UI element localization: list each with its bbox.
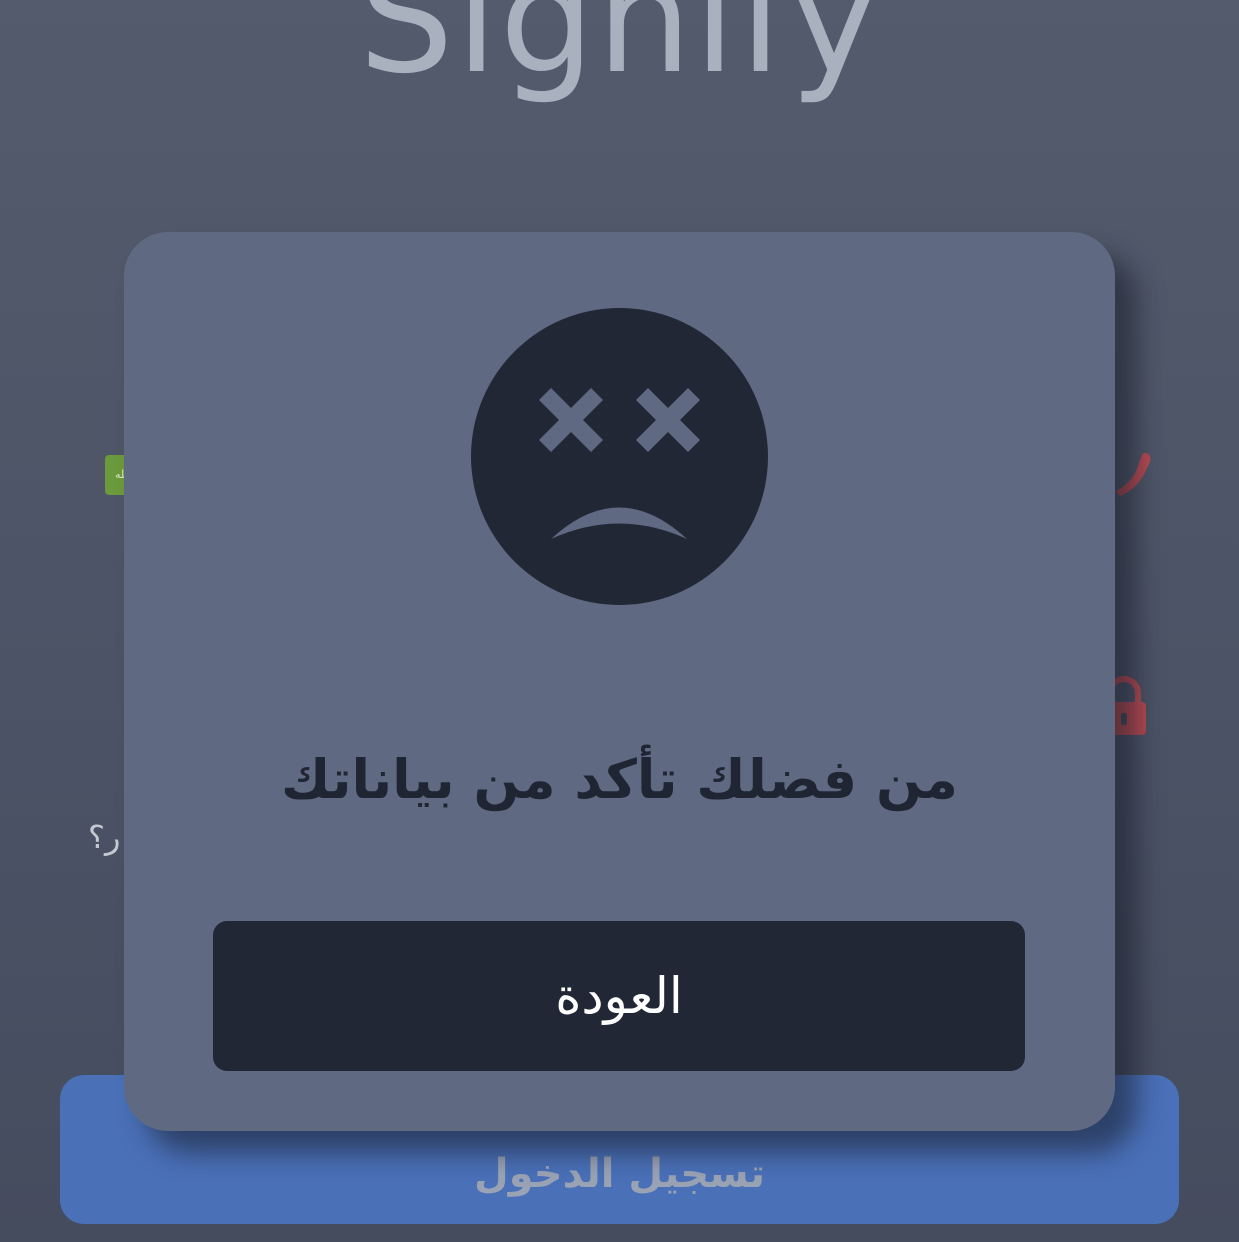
back-button[interactable]: العودة — [213, 921, 1025, 1071]
error-message: من فضلك تأكد من بياناتك — [280, 748, 958, 811]
app-logo: Signify — [358, 0, 881, 107]
forgot-password-link[interactable]: ر؟ — [88, 812, 120, 862]
sad-face-icon — [471, 308, 768, 605]
error-dialog: من فضلك تأكد من بياناتك العودة — [124, 232, 1115, 1131]
